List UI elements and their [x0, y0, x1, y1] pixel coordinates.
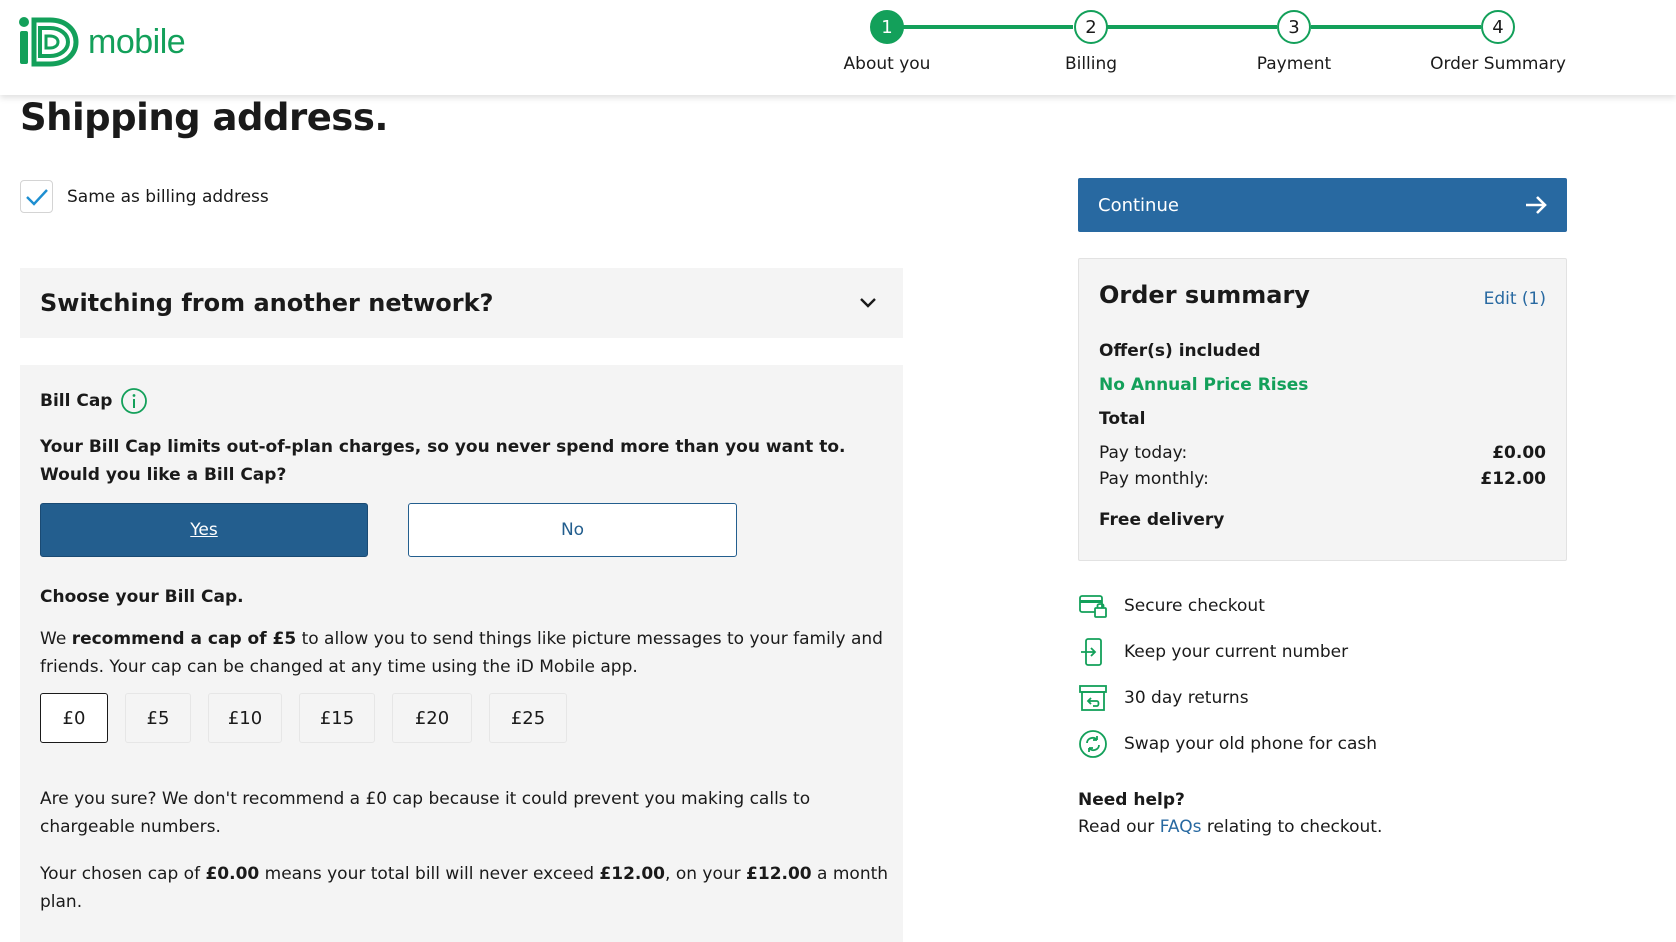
- cap-option-15[interactable]: £15: [299, 693, 375, 743]
- step-3-circle[interactable]: 3: [1277, 10, 1311, 44]
- secure-card-icon: [1078, 591, 1108, 621]
- chosen-plan-value: £12.00: [746, 864, 812, 884]
- bill-cap-heading: Bill Cap: [40, 387, 148, 415]
- chosen-cap-summary: Your chosen cap of £0.00 means your tota…: [40, 860, 890, 916]
- choose-bill-cap-title: Choose your Bill Cap.: [40, 587, 244, 607]
- bill-cap-options: £0 £5 £10 £15 £20 £25: [40, 693, 584, 743]
- offers-label: Offer(s) included: [1099, 341, 1261, 361]
- bill-cap-recommendation: We recommend a cap of £5 to allow you to…: [40, 625, 890, 681]
- feature-returns: 30 day returns: [1078, 683, 1249, 713]
- help-prefix: Read our: [1078, 817, 1160, 837]
- arrow-right-icon: [1526, 196, 1547, 214]
- page-title: Shipping address.: [20, 96, 388, 139]
- feature-label: Secure checkout: [1124, 596, 1265, 616]
- continue-button[interactable]: Continue: [1078, 178, 1567, 232]
- chosen-text-1: Your chosen cap of: [40, 864, 206, 884]
- chevron-down-icon: [860, 298, 876, 308]
- step-4-label: Order Summary: [1430, 54, 1566, 74]
- switching-network-title: Switching from another network?: [40, 289, 494, 317]
- bill-cap-no-button[interactable]: No: [408, 503, 737, 557]
- cap-option-5[interactable]: £5: [125, 693, 191, 743]
- feature-label: Swap your old phone for cash: [1124, 734, 1378, 754]
- header: mobile 1 2 3 4 About you Billing Payment…: [0, 0, 1676, 95]
- chosen-total-value: £12.00: [599, 864, 666, 884]
- order-summary-title: Order summary: [1099, 281, 1310, 309]
- chosen-cap-value: £0.00: [205, 864, 260, 884]
- chosen-text-3: , on your: [665, 864, 747, 884]
- same-as-billing-row[interactable]: Same as billing address: [20, 180, 269, 213]
- step-1-label: About you: [843, 54, 931, 74]
- cap-option-0[interactable]: £0: [40, 693, 108, 743]
- bill-cap-question: Your Bill Cap limits out-of-plan charges…: [40, 437, 846, 485]
- info-icon[interactable]: [120, 387, 148, 415]
- feature-secure-checkout: Secure checkout: [1078, 591, 1265, 621]
- checkmark-icon: [25, 188, 48, 206]
- step-connector: [903, 25, 1073, 29]
- continue-label: Continue: [1098, 194, 1179, 216]
- zero-cap-warning: Are you sure? We don't recommend a £0 ca…: [40, 789, 811, 837]
- step-2-circle[interactable]: 2: [1074, 10, 1108, 44]
- switching-network-accordion[interactable]: Switching from another network?: [20, 268, 903, 338]
- feature-swap-phone: Swap your old phone for cash: [1078, 729, 1377, 759]
- pay-today-label: Pay today:: [1099, 443, 1188, 463]
- step-3-label: Payment: [1256, 54, 1332, 74]
- pay-monthly-value: £12.00: [1480, 469, 1546, 489]
- recommend-prefix: We: [40, 629, 72, 649]
- same-as-billing-checkbox[interactable]: [20, 180, 53, 213]
- help-text: Read our FAQs relating to checkout.: [1078, 817, 1382, 837]
- faqs-link[interactable]: FAQs: [1160, 817, 1202, 837]
- step-connector: [1107, 25, 1277, 29]
- cap-option-10[interactable]: £10: [208, 693, 282, 743]
- step-1-circle[interactable]: 1: [870, 10, 904, 44]
- feature-label: Keep your current number: [1124, 642, 1349, 662]
- feature-label: 30 day returns: [1124, 688, 1249, 708]
- help-suffix: relating to checkout.: [1201, 817, 1383, 837]
- step-connector: [1311, 25, 1481, 29]
- recommend-bold: recommend a cap of £5: [71, 629, 297, 649]
- help-title: Need help?: [1078, 790, 1185, 810]
- phone-transfer-icon: [1078, 637, 1108, 667]
- step-2-label: Billing: [1064, 54, 1118, 74]
- same-as-billing-label: Same as billing address: [67, 186, 269, 207]
- total-label: Total: [1099, 409, 1146, 429]
- bill-cap-title: Bill Cap: [40, 391, 113, 411]
- order-summary-edit-link[interactable]: Edit (1): [1484, 289, 1546, 309]
- cap-option-25[interactable]: £25: [489, 693, 567, 743]
- swap-cycle-icon: [1078, 729, 1108, 759]
- order-summary: Order summary Edit (1) Offer(s) included…: [1078, 258, 1567, 561]
- pay-today-value: £0.00: [1492, 443, 1546, 463]
- cap-option-20[interactable]: £20: [392, 693, 472, 743]
- chosen-text-2: means your total bill will never exceed: [259, 864, 600, 884]
- return-box-icon: [1078, 683, 1108, 713]
- pay-monthly-label: Pay monthly:: [1099, 469, 1209, 489]
- bill-cap-yes-button[interactable]: Yes: [40, 503, 368, 557]
- bill-cap-panel: Bill Cap Your Bill Cap limits out-of-pla…: [20, 365, 903, 942]
- free-delivery: Free delivery: [1099, 510, 1225, 530]
- step-4-circle[interactable]: 4: [1481, 10, 1515, 44]
- feature-keep-number: Keep your current number: [1078, 637, 1348, 667]
- offer-item: No Annual Price Rises: [1099, 375, 1309, 395]
- checkout-stepper: 1 2 3 4 About you Billing Payment Order …: [0, 0, 1676, 95]
